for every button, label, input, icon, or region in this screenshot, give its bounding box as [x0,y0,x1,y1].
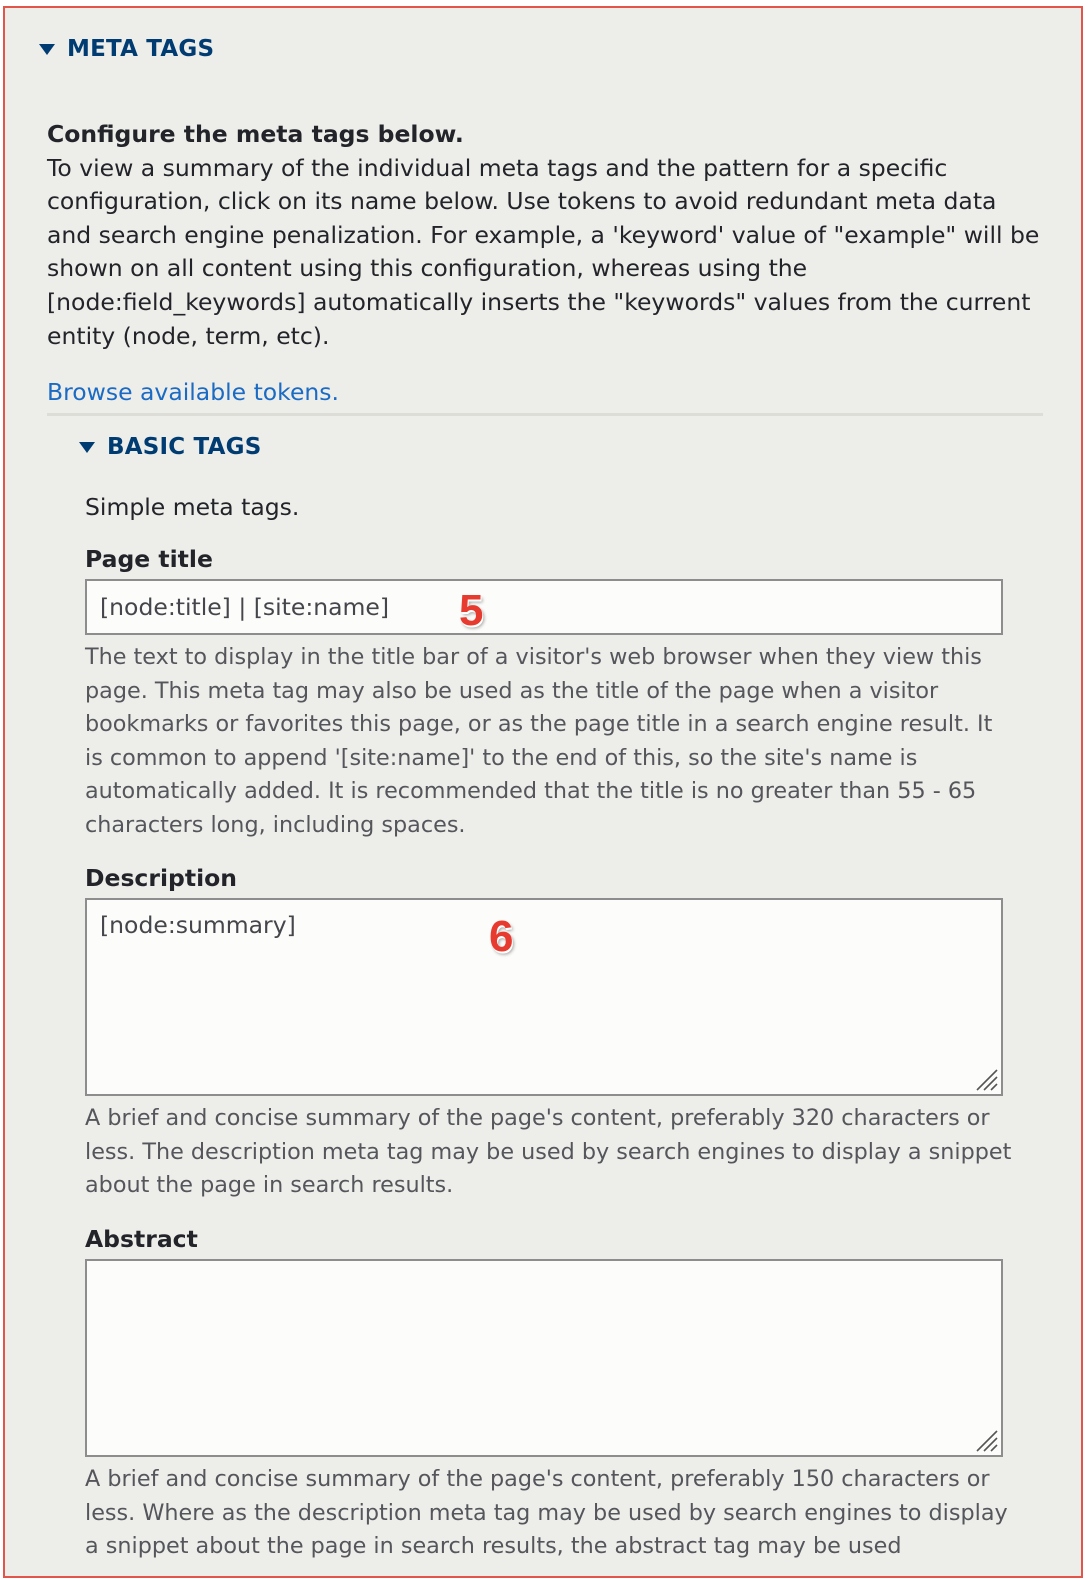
page-title-help: The text to display in the title bar of … [85,644,993,838]
description-textarea[interactable]: [node:summary] [85,898,1003,1096]
abstract-textarea[interactable] [85,1259,1003,1457]
meta-tags-toggle[interactable]: META TAGS [39,36,214,62]
divider [47,413,1043,416]
basic-tags-summary-label: BASIC TAGS [107,434,262,460]
page-title-input[interactable] [85,579,1003,635]
meta-tags-summary-label: META TAGS [67,36,215,62]
intro-text: To view a summary of the individual meta… [47,153,1040,350]
basic-tags-toggle[interactable]: BASIC TAGS [79,434,262,460]
meta-tags-panel: META TAGS Configure the meta tags below.… [3,6,1083,1578]
description-label: Description [85,864,237,892]
resize-handle-icon[interactable] [973,1427,999,1453]
description-help: A brief and concise summary of the page'… [85,1105,1012,1199]
page-title-label: Page title [85,545,213,573]
abstract-field [85,1259,1003,1457]
callout-marker-5: 5 [459,586,484,635]
intro-heading: Configure the meta tags below. [47,120,464,148]
abstract-label: Abstract [85,1225,198,1253]
description-field: [node:summary] [85,898,1003,1096]
resize-handle-icon[interactable] [973,1066,999,1092]
triangle-down-icon [39,43,55,55]
meta-tags-intro: Configure the meta tags below. To view a… [47,118,1047,353]
browse-tokens-link[interactable]: Browse available tokens. [47,378,339,406]
abstract-help: A brief and concise summary of the page'… [85,1466,1008,1560]
basic-tags-description: Simple meta tags. [85,493,300,521]
triangle-down-icon [79,441,95,453]
callout-marker-6: 6 [489,912,514,961]
